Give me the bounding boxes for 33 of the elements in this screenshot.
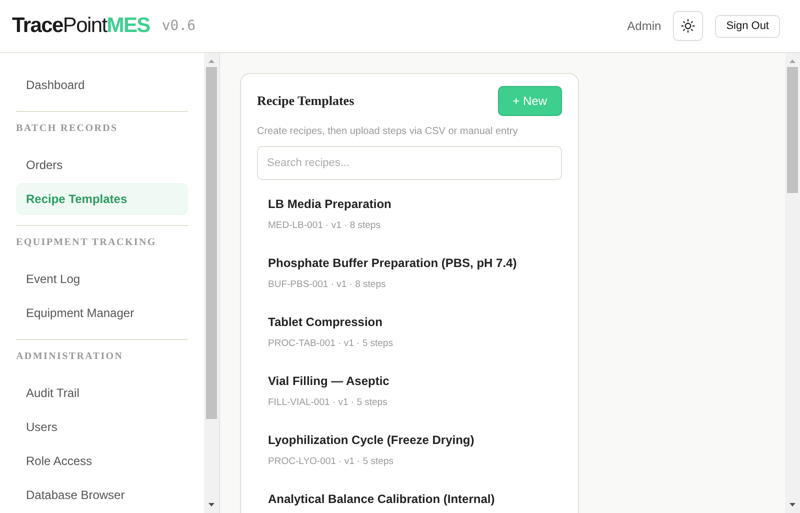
recipe-name[interactable]: LB Media Preparation (268, 197, 551, 211)
recipe-name[interactable]: Tablet Compression (268, 315, 551, 329)
nav-item[interactable]: Audit Trail (16, 377, 188, 409)
nav-item[interactable]: Dashboard (16, 69, 188, 101)
sign-out-button[interactable]: Sign Out (715, 14, 780, 38)
section-heading: EQUIPMENT TRACKING (16, 237, 158, 250)
recipe-name[interactable]: Lyophilization Cycle (Freeze Drying) (268, 433, 551, 447)
nav-item[interactable]: Orders (16, 149, 188, 181)
card-subtitle: Create recipes, then upload steps via CSV or manual entry (257, 126, 519, 137)
scrollbar[interactable] (204, 53, 219, 513)
recipe-name[interactable]: Analytical Balance Calibration (Internal) (268, 492, 551, 506)
nav-item[interactable]: Users (16, 411, 188, 443)
user-name: Admin (627, 19, 662, 33)
nav-item[interactable]: Event Log (16, 263, 188, 295)
section-heading: ADMINISTRATION (16, 351, 124, 364)
scrollbar[interactable] (785, 53, 800, 513)
recipe-meta: MED-LB-001 · v1 · 8 steps (268, 220, 382, 231)
brand-logo: TracePointMES (12, 14, 150, 38)
recipe-meta: PROC-LYO-001 · v1 · 5 steps (268, 456, 394, 467)
recipe-meta: PROC-TAB-001 · v1 · 5 steps (268, 338, 394, 349)
version-label: v0.6 (162, 18, 196, 34)
recipe-meta: BUF-PBS-001 · v1 · 8 steps (268, 279, 387, 290)
recipe-name[interactable]: Vial Filling — Aseptic (268, 374, 551, 388)
section-heading: BATCH RECORDS (16, 123, 119, 136)
nav-item[interactable]: Role Access (16, 445, 188, 477)
search-field[interactable]: Search recipes... (257, 146, 562, 180)
card-title: Recipe Templates (257, 93, 354, 109)
theme-toggle-button[interactable] (673, 11, 704, 41)
recipe-name[interactable]: Phosphate Buffer Preparation (PBS, pH 7.4) (268, 256, 551, 270)
nav-item[interactable]: Database Browser (16, 479, 188, 511)
recipe-meta: FILL-VIAL-001 · v1 · 5 steps (268, 397, 388, 408)
nav-item[interactable]: Equipment Manager (16, 297, 188, 329)
sun-icon (681, 19, 696, 33)
